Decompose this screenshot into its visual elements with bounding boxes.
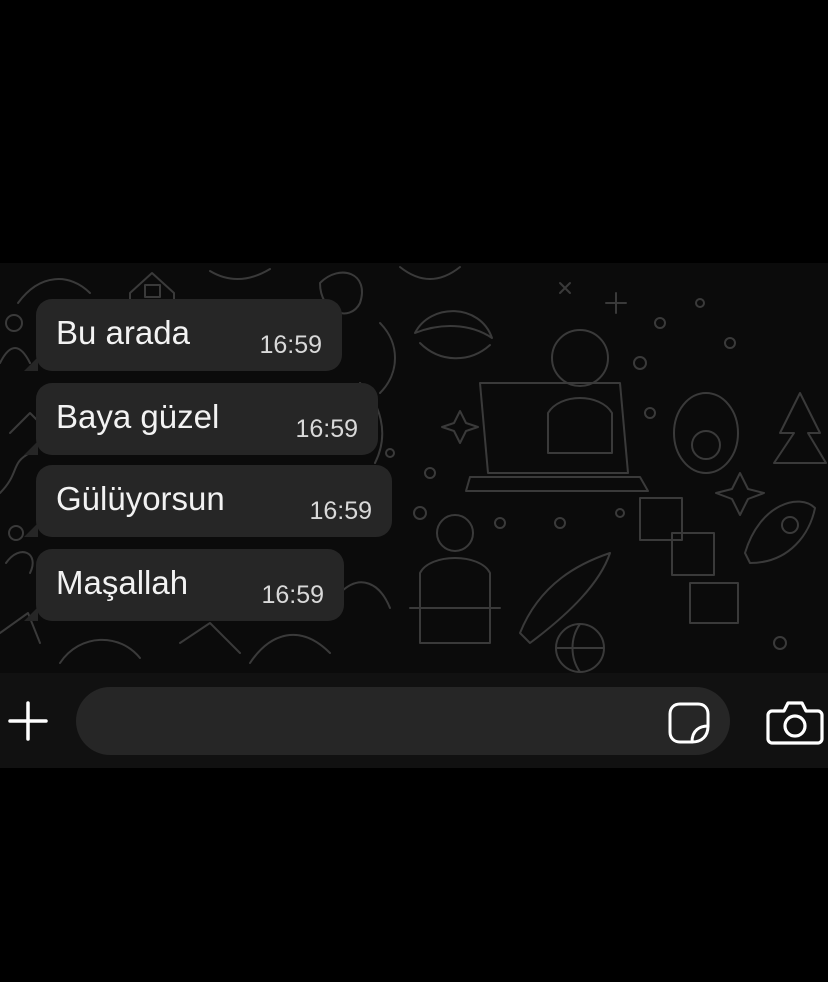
message-time: 16:59 — [259, 331, 322, 359]
message-text: Bu arada — [56, 314, 190, 351]
message-time: 16:59 — [295, 415, 358, 443]
chat-area[interactable]: Bu arada 16:59 Baya güzel 16:59 Gülüyors… — [0, 263, 828, 673]
composer-bar — [0, 673, 828, 768]
camera-icon — [766, 701, 824, 745]
message-text: Maşallah — [56, 564, 189, 601]
message-time: 16:59 — [309, 497, 372, 525]
message-list: Bu arada 16:59 Baya güzel 16:59 Gülüyors… — [0, 263, 828, 673]
screenshot-frame: Bu arada 16:59 Baya güzel 16:59 Gülüyors… — [0, 0, 828, 982]
message-bubble[interactable]: Bu arada 16:59 — [24, 299, 342, 371]
bubble-tail — [24, 441, 38, 455]
sticker-button[interactable] — [666, 700, 712, 746]
message-text: Baya güzel — [56, 398, 220, 435]
message-bubble[interactable]: Maşallah 16:59 — [24, 549, 344, 621]
plus-icon — [8, 701, 48, 741]
message-text: Gülüyorsun — [56, 480, 225, 517]
message-time: 16:59 — [261, 581, 324, 609]
bubble-tail — [24, 523, 38, 537]
camera-button[interactable] — [766, 697, 824, 747]
message-input[interactable] — [76, 687, 730, 755]
attach-button[interactable] — [6, 699, 50, 743]
bubble-tail — [24, 357, 38, 371]
sticker-icon — [668, 702, 710, 744]
message-bubble[interactable]: Gülüyorsun 16:59 — [24, 465, 392, 537]
bubble-tail — [24, 607, 38, 621]
message-bubble[interactable]: Baya güzel 16:59 — [24, 383, 378, 455]
